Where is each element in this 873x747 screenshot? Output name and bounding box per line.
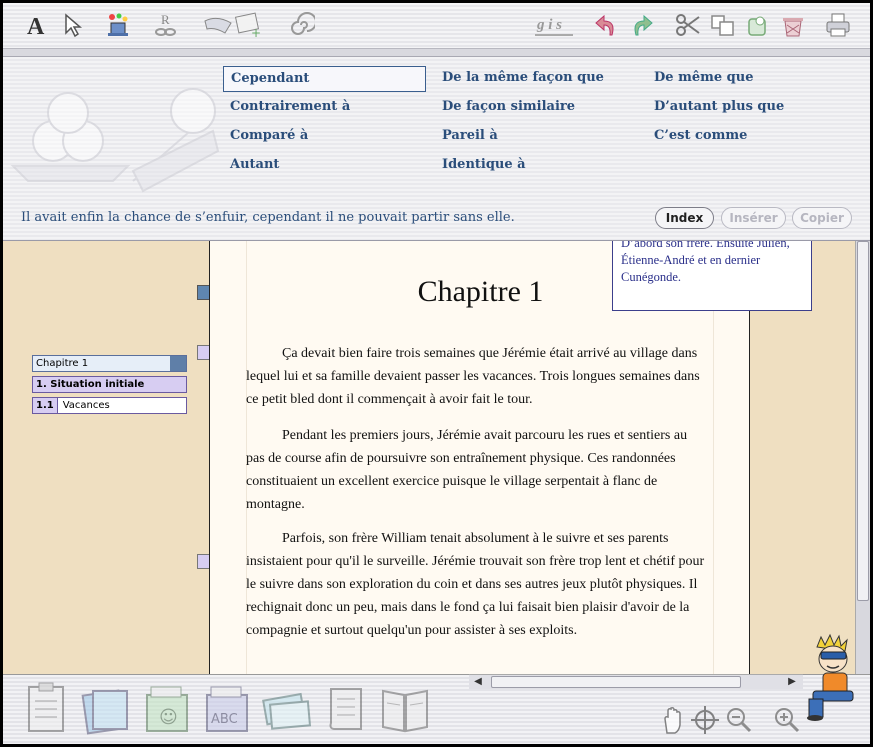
svg-text:ABC: ABC: [211, 712, 238, 727]
outline-chapter-label: Chapitre 1: [36, 358, 89, 369]
scroll-right-arrow-icon[interactable]: ▶: [785, 675, 799, 689]
toolbar-separator: [3, 49, 870, 57]
paste-icon[interactable]: [743, 9, 773, 41]
connectors-panel: Cependant Contrairement à Comparé à Auta…: [3, 57, 870, 241]
vertical-scrollbar[interactable]: [855, 241, 870, 674]
sticky-note[interactable]: D’abord son frère. Ensuite Julien, Étien…: [612, 241, 812, 311]
book-icon[interactable]: [379, 681, 431, 737]
document-workspace: Chapitre 1 1. Situation initiale 1.1 Vac…: [3, 241, 855, 674]
vertical-scroll-thumb[interactable]: [857, 241, 869, 601]
connector-contrairement[interactable]: Contrairement à: [223, 95, 426, 121]
pointer-icon[interactable]: [58, 9, 88, 41]
connector-example-sentence: Il avait enfin la chance de s’enfuir, ce…: [21, 210, 515, 225]
zoom-out-icon[interactable]: [725, 705, 753, 735]
hand-icon[interactable]: [659, 705, 687, 735]
svg-text:R: R: [161, 12, 170, 27]
zoom-in-icon[interactable]: [773, 705, 801, 735]
horizontal-scrollbar[interactable]: ◀ ▶: [469, 674, 803, 689]
outline-subsection[interactable]: 1.1 Vacances: [32, 397, 187, 414]
connector-autant[interactable]: Autant: [223, 153, 426, 179]
font-icon[interactable]: A: [23, 9, 53, 41]
scroll-left-arrow-icon[interactable]: ◀: [471, 675, 485, 689]
cut-icon[interactable]: [673, 9, 703, 41]
chapter-color-marker: [170, 356, 186, 371]
svg-text:☺: ☺: [159, 707, 178, 728]
scroll-icon[interactable]: [321, 681, 373, 737]
svg-text:g i s: g i s: [536, 17, 562, 33]
outline-chapter[interactable]: Chapitre 1: [32, 355, 187, 372]
svg-text:+: +: [251, 26, 261, 39]
trash-icon[interactable]: [778, 9, 808, 41]
svg-text:A: A: [27, 14, 45, 39]
connector-dautant-plus[interactable]: D’autant plus que: [647, 95, 847, 121]
character-cards-icon[interactable]: ☺: [141, 681, 193, 737]
paragraph: Parfois, son frère William tenait absolu…: [246, 531, 705, 638]
paragraph: Pendant les premiers jours, Jérémie avai…: [246, 428, 688, 512]
horizontal-scroll-thumb[interactable]: [491, 676, 741, 688]
connector-cest-comme[interactable]: C’est comme: [647, 124, 847, 150]
mascot-character-icon[interactable]: [803, 631, 865, 721]
print-icon[interactable]: [823, 9, 853, 41]
outline-section[interactable]: 1. Situation initiale: [32, 376, 187, 393]
text-format-icon[interactable]: g i s: [533, 9, 575, 41]
application-window: A R + g i s Cependant Contrairement à Co…: [0, 0, 873, 747]
redo-icon[interactable]: [627, 9, 657, 41]
copy-icon[interactable]: [708, 9, 738, 41]
main-toolbar: A R + g i s: [3, 3, 870, 49]
connector-de-meme-que[interactable]: De même que: [647, 66, 847, 92]
document-icon[interactable]: [21, 681, 73, 737]
connector-compare[interactable]: Comparé à: [223, 124, 426, 150]
outline-subsection-number: 1.1: [33, 398, 58, 413]
index-button[interactable]: Index: [655, 207, 714, 229]
undo-icon[interactable]: [591, 9, 621, 41]
insert-button[interactable]: Insérer: [721, 207, 786, 229]
connector-de-la-meme-facon[interactable]: De la même façon que: [435, 66, 640, 92]
sticky-note-text: D’abord son frère. Ensuite Julien, Étien…: [621, 241, 790, 284]
copy-button[interactable]: Copier: [792, 207, 852, 229]
outline-panel: Chapitre 1 1. Situation initiale 1.1 Vac…: [32, 355, 187, 418]
shapes-icon[interactable]: +: [203, 9, 267, 41]
dictionary-icon[interactable]: ABC: [201, 681, 253, 737]
folders-icon[interactable]: [81, 681, 133, 737]
connector-de-facon-similaire[interactable]: De façon similaire: [435, 95, 640, 121]
connector-identique[interactable]: Identique à: [435, 153, 640, 179]
magic-hat-icon[interactable]: [103, 9, 133, 41]
relation-icon[interactable]: R: [151, 9, 181, 41]
connector-cependant[interactable]: Cependant: [223, 66, 426, 92]
outline-subsection-label: Vacances: [62, 400, 110, 411]
balance-logo-icon: [10, 88, 220, 193]
spiral-icon[interactable]: [286, 9, 316, 41]
connector-pareil[interactable]: Pareil à: [435, 124, 640, 150]
target-icon[interactable]: [691, 705, 719, 735]
notes-icon[interactable]: [261, 681, 313, 737]
paragraph: Ça devait bien faire trois semaines que …: [246, 346, 700, 407]
